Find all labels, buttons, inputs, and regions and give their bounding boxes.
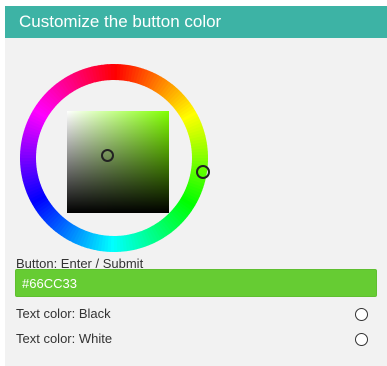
text-color-black-radio[interactable] (355, 308, 368, 321)
text-color-black-label: Text color: Black (16, 306, 111, 321)
hue-handle[interactable] (196, 165, 210, 179)
saturation-value-handle[interactable] (101, 149, 114, 162)
panel-header: Customize the button color (5, 6, 387, 38)
button-color-input[interactable] (15, 269, 377, 297)
hue-ring[interactable] (19, 63, 209, 253)
text-color-white-label: Text color: White (16, 331, 113, 346)
text-color-white-radio[interactable] (355, 333, 368, 346)
color-customizer-panel: Customize the button color Button: Enter… (5, 6, 387, 366)
color-picker[interactable] (19, 63, 210, 253)
